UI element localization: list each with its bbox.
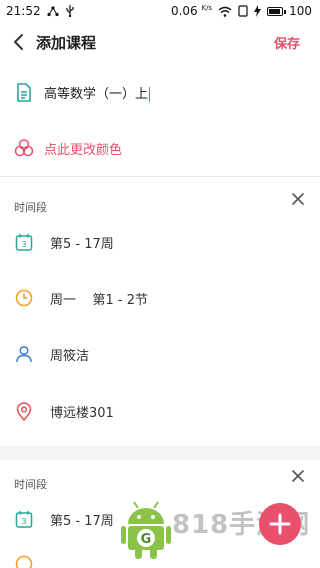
teacher-value[interactable]: 周筱洁	[50, 345, 89, 364]
usb-icon	[65, 5, 74, 17]
weeks-row[interactable]: 3 第5 - 17周	[0, 230, 320, 254]
time-slot-label: 时间段	[14, 201, 47, 214]
location-value[interactable]: 博远楼301	[50, 402, 114, 421]
clock-icon	[14, 554, 34, 568]
battery-percent: 100	[289, 4, 312, 18]
clock-icon	[14, 288, 34, 308]
change-color-row[interactable]: 点此更改颜色	[0, 136, 320, 160]
calendar-icon: 3	[14, 232, 34, 252]
close-icon[interactable]	[290, 468, 306, 484]
divider	[0, 176, 320, 177]
change-color-label[interactable]: 点此更改颜色	[44, 139, 122, 158]
save-button[interactable]: 保存	[274, 33, 300, 52]
text-cursor	[149, 86, 151, 102]
location-row[interactable]: 博远楼301	[0, 399, 320, 423]
back-button[interactable]	[0, 22, 36, 62]
palette-icon	[14, 138, 34, 158]
sim-icon	[238, 5, 248, 17]
status-time: 21:52	[6, 4, 41, 18]
charging-icon	[254, 5, 262, 17]
net-speed: 0.06 K/s	[170, 4, 213, 18]
time-slot-label: 时间段	[14, 478, 47, 491]
wifi-icon	[218, 6, 232, 17]
location-pin-icon	[14, 401, 34, 421]
page-title: 添加课程	[36, 33, 97, 52]
document-icon	[14, 82, 34, 102]
weeks-value[interactable]: 第5 - 17周	[50, 510, 114, 529]
day-period-row[interactable]: 周一 第1 - 2节	[0, 286, 320, 310]
weeks-value[interactable]: 第5 - 17周	[50, 233, 114, 252]
teacher-row[interactable]: 周筱洁	[0, 342, 320, 366]
course-name-input[interactable]: 高等数学（一）上	[44, 83, 151, 102]
toolbar: 添加课程 保存	[0, 22, 320, 62]
person-icon	[14, 344, 34, 364]
calendar-icon: 3	[14, 509, 34, 529]
watermark: G 818手游网	[120, 498, 316, 562]
share-icon	[46, 6, 59, 17]
status-bar: 21:52 0.06 K/s 100	[0, 0, 320, 22]
watermark-circle-icon	[259, 503, 301, 545]
day-period-value[interactable]: 周一 第1 - 2节	[50, 289, 148, 308]
close-icon[interactable]	[290, 191, 306, 207]
svg-text:3: 3	[21, 517, 26, 526]
back-arrow-icon	[14, 34, 23, 50]
svg-text:G: G	[141, 532, 152, 547]
section-gap	[0, 446, 320, 460]
android-logo-icon: G	[121, 501, 171, 559]
svg-text:3: 3	[21, 240, 26, 249]
course-name-field[interactable]: 高等数学（一）上	[0, 80, 320, 104]
battery-icon	[267, 6, 287, 16]
